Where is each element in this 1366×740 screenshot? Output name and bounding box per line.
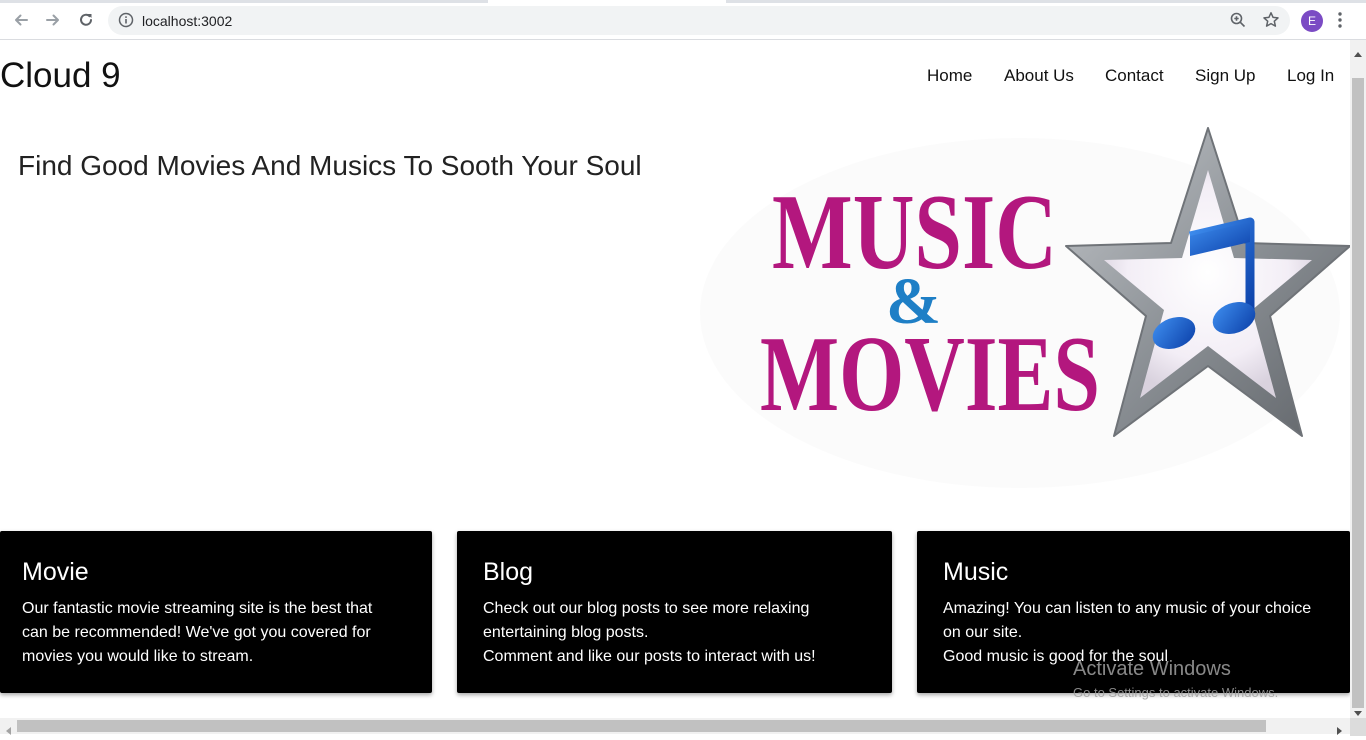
card-text-line: Good music is good for the soul (943, 648, 1169, 665)
browser-toolbar: localhost:3002 E (0, 0, 1366, 40)
profile-avatar[interactable]: E (1301, 10, 1323, 32)
nav-link-sign-up[interactable]: Sign Up (1195, 66, 1255, 86)
card-text-line: Amazing! You can listen to any music of … (943, 600, 1312, 617)
nav-link-log-in[interactable]: Log In (1287, 66, 1334, 86)
music-movies-hero-image: MUSIC & MOVIES (700, 127, 1350, 488)
card-title: Movie (22, 558, 89, 586)
address-bar[interactable]: localhost:3002 (108, 6, 1290, 35)
info-icon[interactable] (118, 12, 134, 33)
zoom-icon[interactable] (1230, 12, 1246, 33)
card-text-line: on our site. (943, 624, 1023, 641)
hero-image-word-movies: MOVIES (760, 315, 1100, 434)
scrollbar-corner (1350, 718, 1366, 736)
feature-card-blog[interactable]: Blog Check out our blog posts to see mor… (457, 531, 892, 693)
card-text-line: entertaining blog posts. (483, 624, 649, 641)
nav-link-home[interactable]: Home (927, 66, 972, 86)
vertical-scroll-thumb[interactable] (1352, 78, 1364, 708)
card-title: Music (943, 558, 1009, 586)
kebab-menu-icon[interactable] (1337, 11, 1343, 34)
star-icon[interactable] (1262, 11, 1280, 34)
card-text-line: Our fantastic movie streaming site is th… (22, 600, 373, 617)
forward-button[interactable] (42, 9, 64, 31)
active-tab[interactable] (488, 0, 726, 3)
page-viewport: Cloud 9 Home About Us Contact Sign Up Lo… (0, 40, 1350, 718)
vertical-scrollbar[interactable] (1350, 40, 1366, 718)
back-button[interactable] (10, 9, 32, 31)
feature-card-movie[interactable]: Movie Our fantastic movie streaming site… (0, 531, 432, 693)
nav-link-contact[interactable]: Contact (1105, 66, 1164, 86)
tab-strip (0, 0, 1366, 3)
scroll-left-arrow-icon[interactable] (5, 722, 11, 740)
reload-button[interactable] (75, 9, 97, 31)
forward-arrow-icon (46, 14, 59, 26)
nav-link-about-us[interactable]: About Us (1004, 66, 1074, 86)
card-text-line: can be recommended! We've got you covere… (22, 624, 371, 641)
reload-icon (80, 13, 92, 26)
card-text-line: Comment and like our posts to interact w… (483, 648, 816, 665)
feature-card-music[interactable]: Music Amazing! You can listen to any mus… (917, 531, 1350, 693)
scroll-right-arrow-icon[interactable] (1337, 722, 1343, 740)
back-arrow-icon (15, 14, 28, 26)
card-title: Blog (483, 558, 534, 586)
horizontal-scroll-thumb[interactable] (17, 720, 1266, 732)
url-text[interactable]: localhost:3002 (142, 13, 232, 29)
card-text-line: Check out our blog posts to see more rel… (483, 600, 810, 617)
horizontal-scrollbar[interactable] (0, 718, 1350, 735)
site-nav: Home About Us Contact Sign Up Log In (0, 66, 1350, 90)
hero-title: Find Good Movies And Musics To Sooth You… (18, 150, 642, 181)
scroll-up-arrow-icon[interactable] (1354, 44, 1362, 62)
card-text-line: movies you would like to stream. (22, 648, 254, 665)
